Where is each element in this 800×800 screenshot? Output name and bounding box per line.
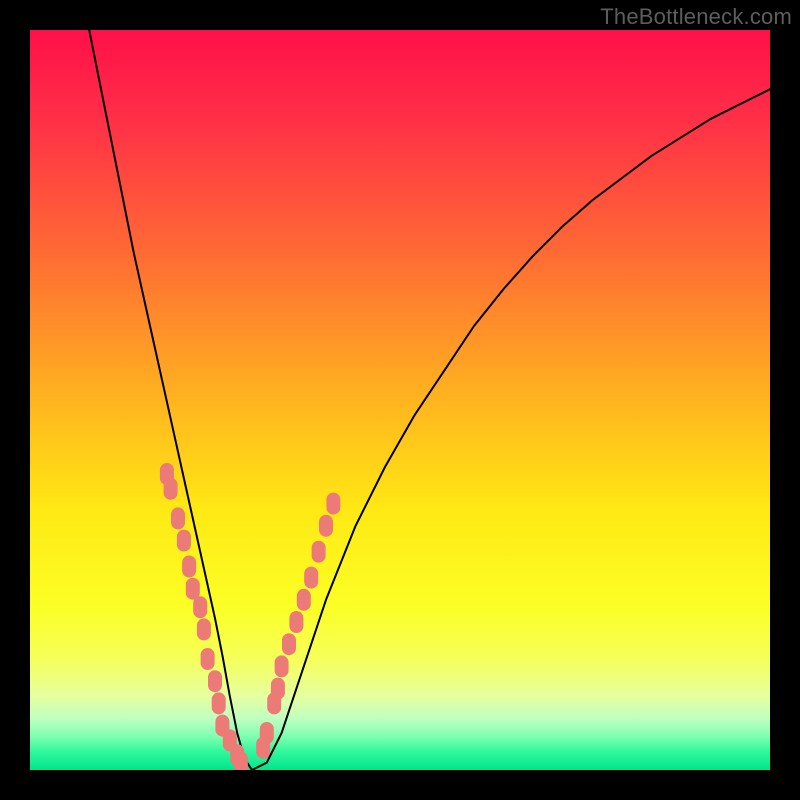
- marker-left-markers: [197, 618, 211, 640]
- marker-right-markers: [304, 567, 318, 589]
- marker-left-markers: [208, 670, 222, 692]
- marker-left-markers: [177, 530, 191, 552]
- marker-left-markers: [186, 578, 200, 600]
- marker-left-markers: [182, 556, 196, 578]
- watermark-text: TheBottleneck.com: [600, 4, 792, 30]
- marker-left-markers: [201, 648, 215, 670]
- marker-right-markers: [260, 722, 274, 744]
- chart-frame: TheBottleneck.com: [0, 0, 800, 800]
- marker-left-markers: [164, 478, 178, 500]
- marker-right-markers: [319, 515, 333, 537]
- chart-svg: [30, 30, 770, 770]
- marker-right-markers: [275, 655, 289, 677]
- marker-right-markers: [297, 589, 311, 611]
- marker-left-markers: [193, 596, 207, 618]
- plot-area: [30, 30, 770, 770]
- marker-left-markers: [234, 752, 248, 770]
- marker-left-markers: [212, 692, 226, 714]
- marker-left-markers: [171, 507, 185, 529]
- marker-right-markers: [289, 611, 303, 633]
- marker-right-markers: [312, 541, 326, 563]
- gradient-background: [30, 30, 770, 770]
- marker-right-markers: [271, 678, 285, 700]
- marker-right-markers: [282, 633, 296, 655]
- marker-right-markers: [326, 493, 340, 515]
